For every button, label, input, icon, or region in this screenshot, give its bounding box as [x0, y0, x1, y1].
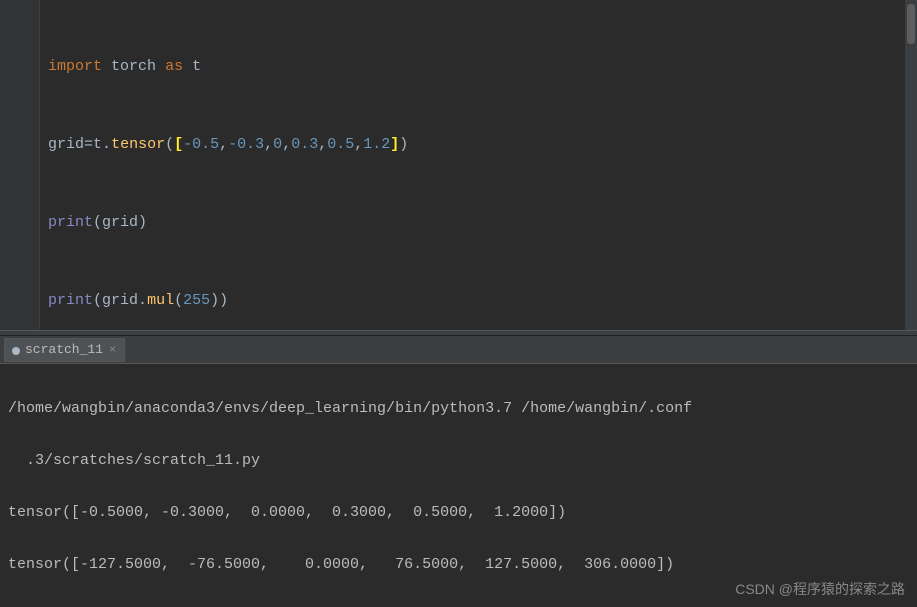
- keyword-import: import: [48, 58, 102, 75]
- close-icon[interactable]: ×: [107, 343, 118, 357]
- keyword-as: as: [165, 58, 183, 75]
- code-line-4[interactable]: print(grid.mul(255)): [48, 288, 909, 314]
- console-line: tensor([-0.5000, -0.3000, 0.0000, 0.3000…: [8, 500, 909, 526]
- watermark-text: CSDN @程序猿的探索之路: [735, 579, 905, 599]
- console-line: tensor([-127.5000, -76.5000, 0.0000, 76.…: [8, 552, 909, 578]
- code-line-2[interactable]: grid=t.tensor([-0.5,-0.3,0,0.3,0.5,1.2]): [48, 132, 909, 158]
- tab-label: scratch_11: [25, 342, 103, 357]
- scrollbar-thumb[interactable]: [907, 4, 915, 44]
- tab-scratch-11[interactable]: scratch_11 ×: [4, 338, 125, 362]
- python-file-icon: [11, 345, 21, 355]
- code-area[interactable]: import torch as t grid=t.tensor([-0.5,-0…: [40, 0, 917, 330]
- editor-scrollbar[interactable]: [905, 0, 917, 330]
- code-line-1[interactable]: import torch as t: [48, 54, 909, 80]
- console-output[interactable]: /home/wangbin/anaconda3/envs/deep_learni…: [0, 364, 917, 607]
- console-line: /home/wangbin/anaconda3/envs/deep_learni…: [8, 396, 909, 422]
- console-line: .3/scratches/scratch_11.py: [8, 448, 909, 474]
- code-editor-pane: import torch as t grid=t.tensor([-0.5,-0…: [0, 0, 917, 330]
- alias: t: [192, 58, 201, 75]
- bracket-open: [: [174, 136, 183, 153]
- code-line-3[interactable]: print(grid): [48, 210, 909, 236]
- bracket-close: ]: [390, 136, 399, 153]
- editor-gutter: [0, 0, 40, 330]
- console-tab-bar: scratch_11 ×: [0, 336, 917, 364]
- module-name: torch: [111, 58, 156, 75]
